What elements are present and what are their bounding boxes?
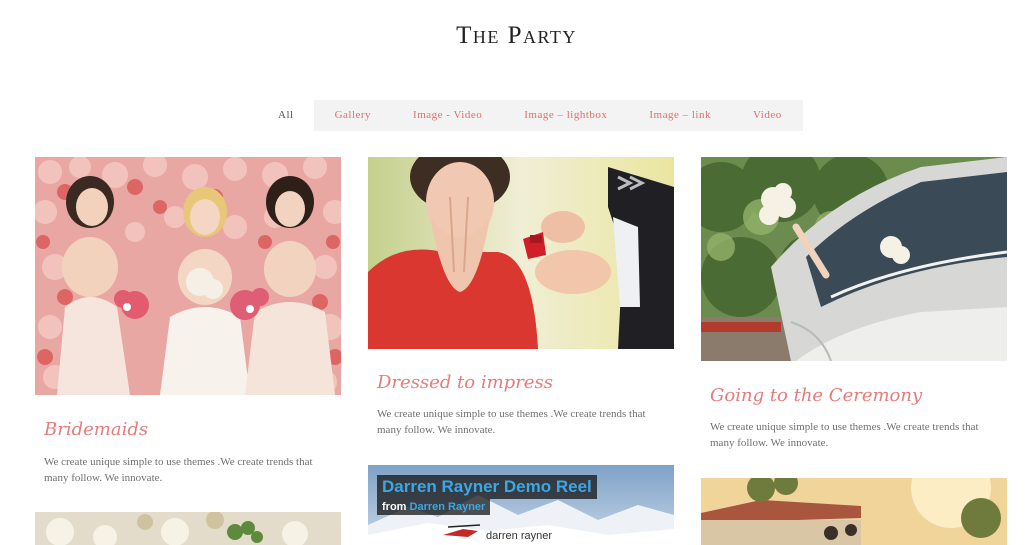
- limousine-image[interactable]: [701, 157, 1007, 361]
- card-title[interactable]: Bridemaids: [44, 419, 148, 440]
- video-title[interactable]: Darren Rayner Demo Reel: [377, 475, 597, 499]
- card-description: We create unique simple to use themes .W…: [44, 456, 313, 484]
- proposal-image[interactable]: [368, 157, 674, 349]
- card-title[interactable]: Dressed to impress: [377, 372, 553, 393]
- reception-table-image[interactable]: [35, 512, 341, 545]
- site-title: The Party: [456, 22, 577, 49]
- portfolio-card-venue: [701, 478, 1007, 545]
- card-title[interactable]: Going to the Ceremony: [710, 385, 922, 406]
- filter-all[interactable]: All: [266, 100, 314, 131]
- filter-video[interactable]: Video: [731, 100, 803, 131]
- portfolio-card-going-to-the-ceremony: Going to the Ceremony We create unique s…: [701, 157, 1007, 467]
- video-byline: from Darren Rayner: [377, 499, 491, 515]
- portfolio-card-bridemaids: Bridemaids We create unique simple to us…: [35, 157, 341, 497]
- portfolio-card-dressed-to-impress: Dressed to impress We create unique simp…: [368, 157, 674, 457]
- filter-gallery[interactable]: Gallery: [313, 100, 393, 131]
- card-description: We create unique simple to use themes .W…: [710, 421, 979, 449]
- bridesmaids-image[interactable]: [35, 157, 341, 395]
- filter-image-video[interactable]: Image - Video: [392, 100, 504, 131]
- card-description: We create unique simple to use themes .W…: [377, 408, 646, 436]
- venue-house-image[interactable]: [701, 478, 1007, 545]
- filter-image-link[interactable]: Image – link: [628, 100, 732, 131]
- portfolio-card-reception: [35, 512, 341, 545]
- filter-image-lightbox[interactable]: Image – lightbox: [503, 100, 629, 131]
- video-card: Darren Rayner Demo Reel from Darren Rayn…: [368, 465, 674, 545]
- video-author-link[interactable]: Darren Rayner: [410, 501, 486, 513]
- video-brand-watermark: darren rayner: [486, 530, 553, 542]
- portfolio-filter-bar: All Gallery Image - Video Image – lightb…: [266, 100, 803, 131]
- video-from-label: from: [382, 501, 407, 513]
